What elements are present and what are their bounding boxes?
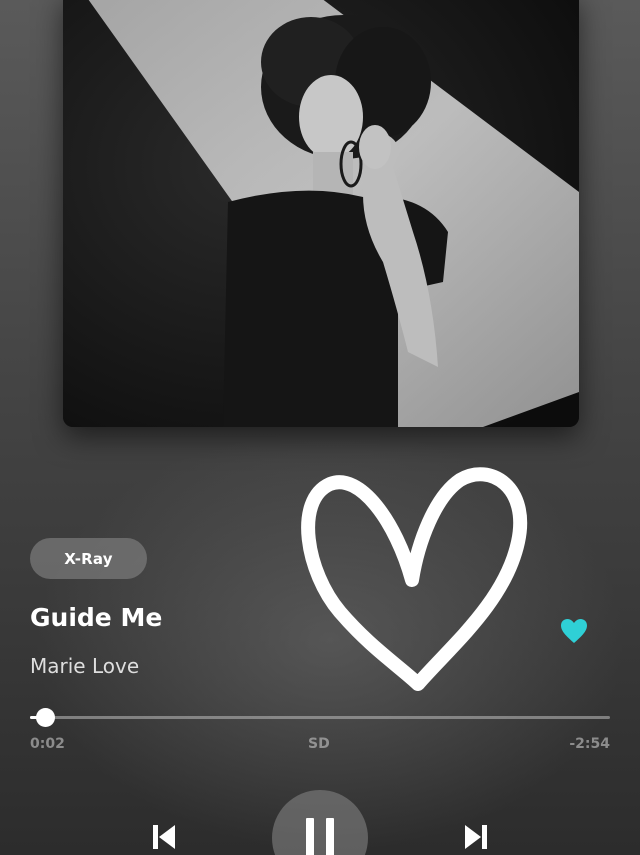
xray-button[interactable]: X-Ray (30, 538, 147, 579)
quality-label: SD (308, 736, 330, 752)
pause-button[interactable] (272, 790, 368, 855)
now-playing-screen: X-Ray Guide Me Marie Love 0:02 SD -2:54 (0, 0, 640, 855)
album-cover-photo (63, 0, 579, 427)
skip-next-icon[interactable] (463, 822, 489, 852)
track-title: Guide Me (30, 603, 163, 632)
heart-icon[interactable] (560, 618, 588, 644)
track-artist[interactable]: Marie Love (30, 654, 139, 678)
remaining-time: -2:54 (569, 736, 610, 752)
album-art[interactable] (63, 0, 579, 427)
progress-thumb[interactable] (36, 708, 56, 727)
pause-icon (326, 818, 334, 855)
progress-bar[interactable] (30, 708, 610, 727)
hand-drawn-heart-icon (301, 467, 527, 691)
elapsed-time: 0:02 (30, 736, 65, 752)
pause-icon (306, 818, 314, 855)
skip-previous-icon[interactable] (151, 822, 177, 852)
